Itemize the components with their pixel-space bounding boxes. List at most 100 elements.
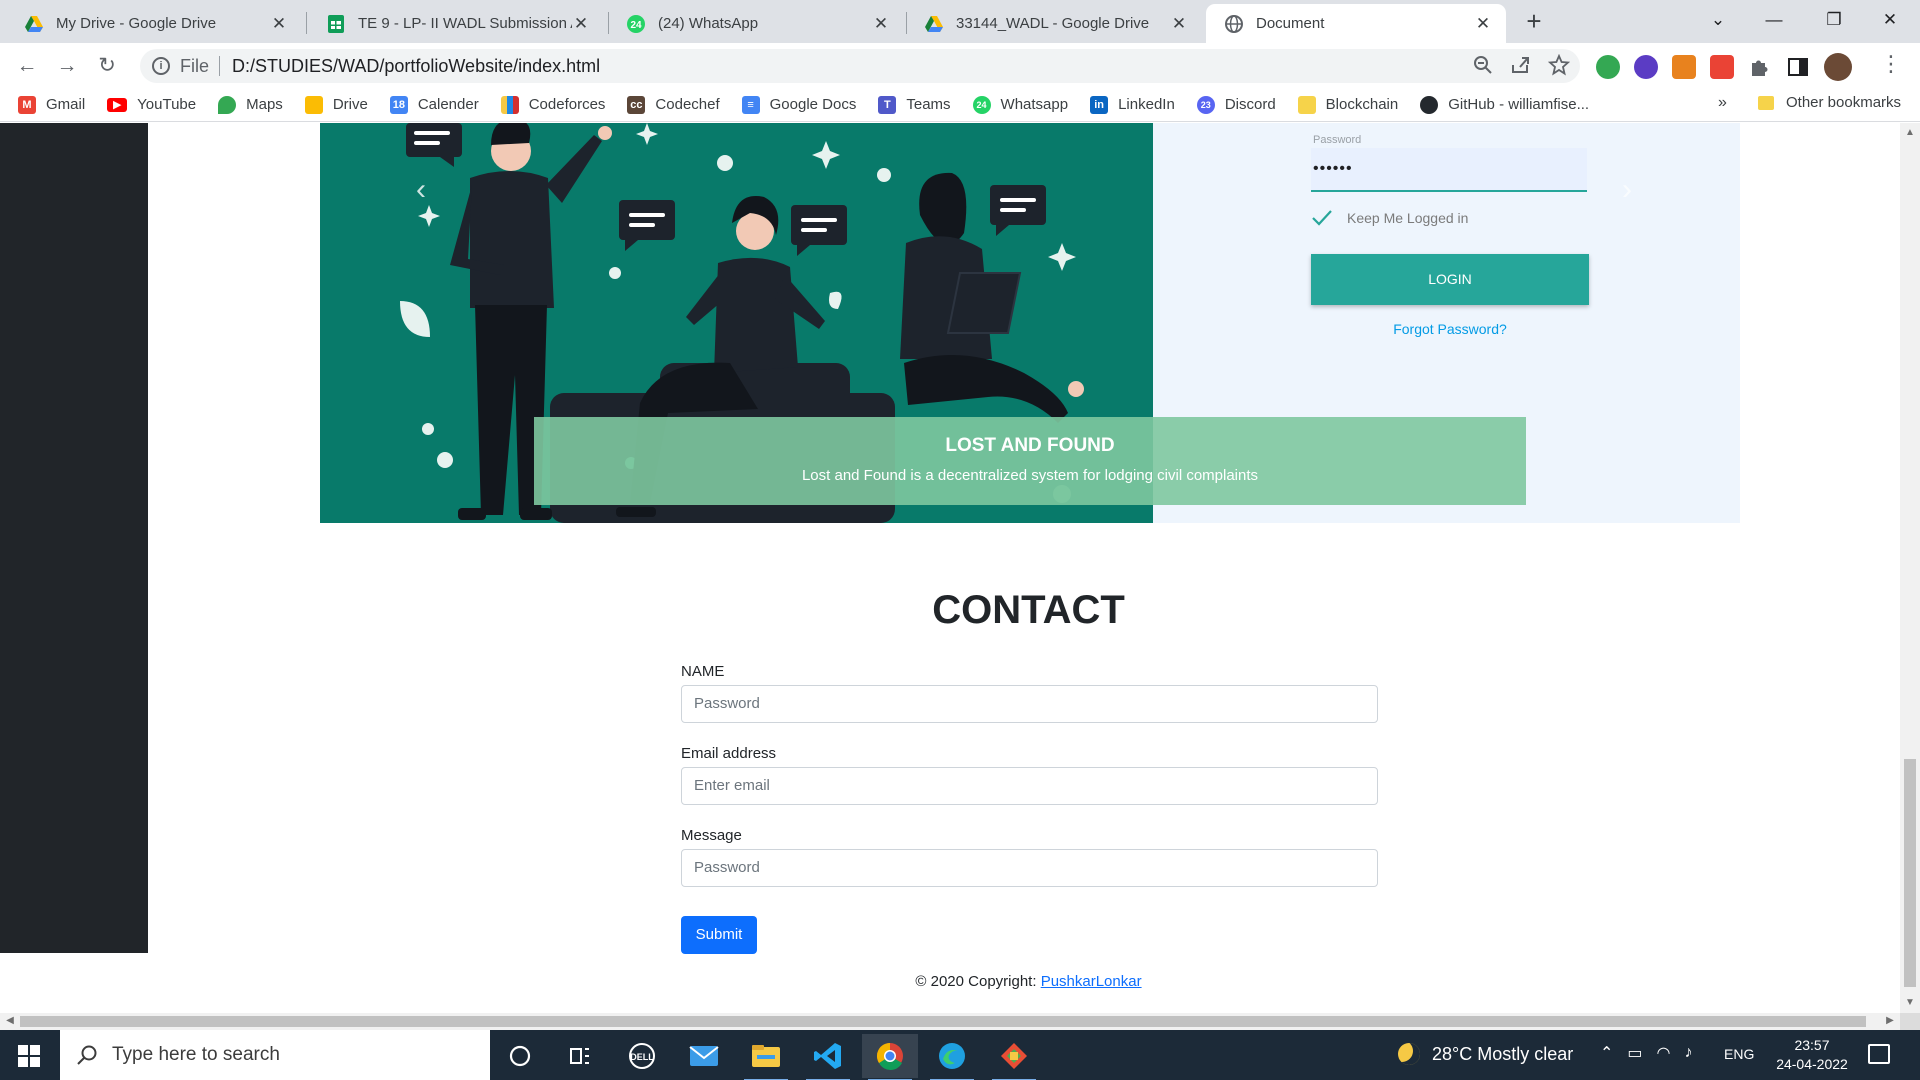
author-link[interactable]: PushkarLonkar bbox=[1041, 973, 1142, 990]
dell-icon[interactable]: DELL bbox=[614, 1034, 670, 1078]
bookmark-star-icon[interactable] bbox=[1548, 54, 1570, 76]
extensions-puzzle-icon[interactable] bbox=[1748, 55, 1772, 79]
system-clock[interactable]: 23:57 24-04-2022 bbox=[1770, 1036, 1854, 1074]
metamask-icon[interactable] bbox=[1672, 55, 1696, 79]
password-input[interactable]: •••••• bbox=[1311, 148, 1587, 192]
minimize-icon[interactable]: — bbox=[1754, 6, 1794, 34]
chrome-icon[interactable] bbox=[862, 1034, 918, 1080]
share-icon[interactable] bbox=[1510, 54, 1532, 76]
bookmark-codeforces[interactable]: Codeforces bbox=[500, 95, 605, 114]
tab-search-chevron-icon[interactable]: ⌄ bbox=[1698, 6, 1738, 34]
system-tray: ⌃ ▭ ◠ ♪ bbox=[1600, 1043, 1693, 1063]
carousel-next-icon[interactable]: › bbox=[1622, 173, 1632, 207]
bookmark-drive[interactable]: Drive bbox=[304, 95, 368, 114]
bookmark-codechef[interactable]: cc Codechef bbox=[627, 95, 720, 114]
bookmark-teams[interactable]: T Teams bbox=[878, 95, 951, 114]
weather-widget[interactable]: 28°C Mostly clear bbox=[1398, 1043, 1573, 1065]
search-icon bbox=[77, 1045, 97, 1065]
restore-icon[interactable]: ❐ bbox=[1814, 6, 1854, 34]
volume-icon[interactable]: ♪ bbox=[1685, 1044, 1693, 1062]
horizontal-scrollbar[interactable]: ◀ ▶ bbox=[0, 1013, 1900, 1030]
carousel-prev-icon[interactable]: ‹ bbox=[416, 173, 426, 207]
close-icon[interactable]: ✕ bbox=[1170, 14, 1188, 34]
wifi-icon[interactable]: ◠ bbox=[1657, 1043, 1671, 1063]
new-tab-button[interactable]: + bbox=[1520, 8, 1548, 36]
keep-logged-in-checkbox[interactable]: Keep Me Logged in bbox=[1311, 207, 1468, 229]
tab-whatsapp[interactable]: 24 (24) WhatsApp ✕ bbox=[608, 4, 904, 43]
email-input[interactable]: Enter email bbox=[681, 767, 1378, 805]
bookmark-label: LinkedIn bbox=[1118, 96, 1175, 113]
cortana-icon[interactable] bbox=[492, 1034, 548, 1078]
taskbar-search[interactable]: Type here to search bbox=[60, 1030, 490, 1080]
bookmark-linkedin[interactable]: in LinkedIn bbox=[1090, 95, 1175, 114]
window-close-icon[interactable]: ✕ bbox=[1870, 6, 1910, 34]
bookmarks-overflow-button[interactable]: » bbox=[1718, 94, 1727, 112]
tray-chevron-up-icon[interactable]: ⌃ bbox=[1600, 1043, 1613, 1063]
more-menu-icon[interactable]: ⋮ bbox=[1880, 51, 1902, 77]
back-arrow-icon[interactable]: ← bbox=[12, 51, 42, 81]
login-button[interactable]: LOGIN bbox=[1311, 254, 1589, 305]
bookmark-youtube[interactable]: ▶ YouTube bbox=[107, 96, 196, 113]
file-explorer-icon[interactable] bbox=[738, 1034, 794, 1080]
other-bookmarks[interactable]: Other bookmarks bbox=[1758, 94, 1901, 111]
close-icon[interactable]: ✕ bbox=[572, 14, 590, 34]
forward-arrow-icon[interactable]: → bbox=[52, 51, 82, 81]
battery-icon[interactable]: ▭ bbox=[1627, 1043, 1642, 1063]
tab-wadl-drive[interactable]: 33144_WADL - Google Drive ✕ bbox=[906, 4, 1202, 43]
maps-icon bbox=[218, 95, 237, 114]
svg-text:DELL: DELL bbox=[630, 1052, 654, 1062]
bookmark-github[interactable]: GitHub - williamfise... bbox=[1420, 95, 1589, 114]
reload-icon[interactable]: ↻ bbox=[92, 51, 122, 81]
horizontal-scroll-thumb[interactable] bbox=[20, 1016, 1866, 1027]
scroll-right-icon[interactable]: ▶ bbox=[1880, 1015, 1900, 1026]
vertical-scrollbar[interactable]: ▲ ▼ bbox=[1900, 123, 1920, 1013]
git-tool-icon[interactable] bbox=[986, 1034, 1042, 1080]
language-indicator[interactable]: ENG bbox=[1724, 1046, 1754, 1062]
bookmark-blockchain[interactable]: Blockchain bbox=[1297, 95, 1398, 114]
address-bar[interactable]: i File D:/STUDIES/WAD/portfolioWebsite/i… bbox=[140, 49, 1580, 83]
bookmark-label: Codechef bbox=[655, 96, 720, 113]
bookmark-google-docs[interactable]: ≡ Google Docs bbox=[741, 95, 857, 114]
windows-start-icon[interactable] bbox=[18, 1045, 40, 1067]
codeforces-icon bbox=[500, 95, 519, 114]
scroll-left-icon[interactable]: ◀ bbox=[0, 1015, 20, 1026]
mail-icon[interactable] bbox=[676, 1034, 732, 1078]
tab-document[interactable]: Document ✕ bbox=[1206, 4, 1506, 43]
close-icon[interactable]: ✕ bbox=[1474, 14, 1492, 34]
extension-eye-icon[interactable] bbox=[1634, 55, 1658, 79]
name-input[interactable]: Password bbox=[681, 685, 1378, 723]
vscode-icon[interactable] bbox=[800, 1034, 856, 1080]
edge-icon[interactable] bbox=[924, 1034, 980, 1080]
tab-my-drive[interactable]: My Drive - Google Drive ✕ bbox=[6, 4, 302, 43]
bookmark-maps[interactable]: Maps bbox=[218, 95, 283, 114]
address-url[interactable]: D:/STUDIES/WAD/portfolioWebsite/index.ht… bbox=[232, 56, 600, 77]
bookmark-gmail[interactable]: M Gmail bbox=[18, 95, 85, 114]
bookmark-calendar[interactable]: 18 Calender bbox=[389, 95, 479, 114]
close-icon[interactable]: ✕ bbox=[270, 14, 288, 34]
tab-wadl-submission[interactable]: TE 9 - LP- II WADL Submission AY ✕ bbox=[308, 4, 604, 43]
bookmark-label: Google Docs bbox=[769, 96, 857, 113]
vertical-scroll-thumb[interactable] bbox=[1904, 759, 1916, 987]
address-divider bbox=[219, 56, 221, 76]
scroll-down-icon[interactable]: ▼ bbox=[1900, 997, 1920, 1008]
extension-target-icon[interactable] bbox=[1710, 55, 1734, 79]
extension-plus-icon[interactable] bbox=[1596, 55, 1620, 79]
bookmark-label: Whatsapp bbox=[1000, 96, 1069, 113]
bookmark-label: Discord bbox=[1224, 96, 1276, 113]
google-drive-icon bbox=[25, 15, 43, 32]
bookmark-discord[interactable]: 23 Discord bbox=[1196, 95, 1276, 114]
page-viewport: Password •••••• Keep Me Logged in LOGIN … bbox=[0, 123, 1900, 1013]
close-icon[interactable]: ✕ bbox=[872, 14, 890, 34]
notification-icon[interactable] bbox=[1868, 1044, 1890, 1064]
profile-avatar[interactable] bbox=[1824, 53, 1852, 81]
side-panel-icon[interactable] bbox=[1786, 55, 1810, 79]
message-input[interactable]: Password bbox=[681, 849, 1378, 887]
forgot-password-link[interactable]: Forgot Password? bbox=[1311, 321, 1589, 337]
submit-button[interactable]: Submit bbox=[681, 916, 757, 954]
task-view-icon[interactable] bbox=[552, 1034, 608, 1078]
scroll-up-icon[interactable]: ▲ bbox=[1900, 127, 1920, 138]
clock-time: 23:57 bbox=[1794, 1037, 1830, 1053]
info-icon[interactable]: i bbox=[152, 57, 170, 75]
bookmark-whatsapp[interactable]: 24 Whatsapp bbox=[972, 95, 1069, 114]
zoom-icon[interactable] bbox=[1472, 54, 1494, 76]
